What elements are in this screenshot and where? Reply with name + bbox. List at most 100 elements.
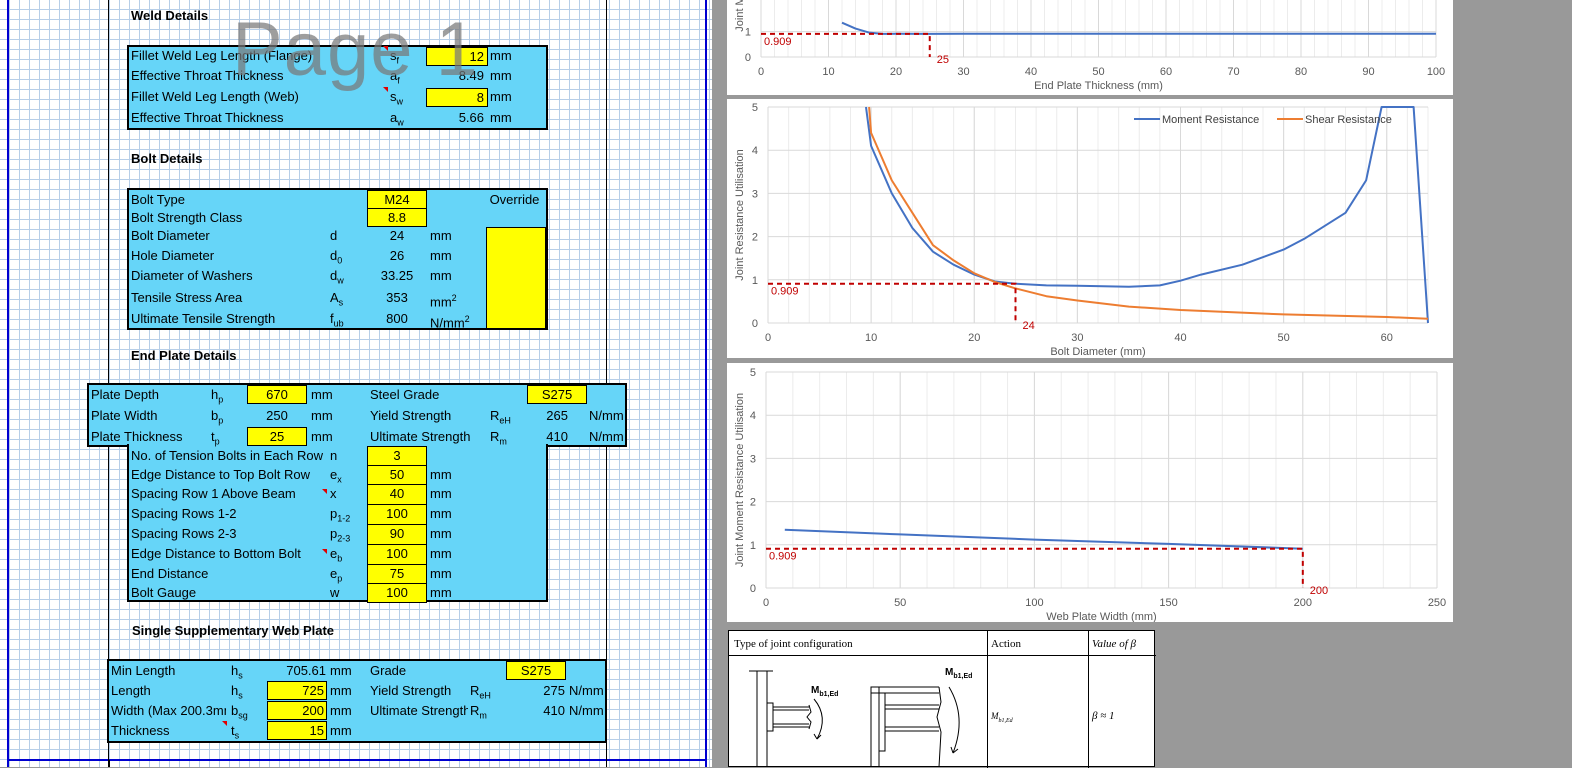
reference-y-label: 0.909 — [764, 36, 792, 48]
unit-text: mm — [430, 294, 452, 310]
end-plate-row-symbol: eb — [330, 545, 342, 564]
y-tick-label: 0 — [752, 318, 758, 330]
plate-right-symbol: ReH — [490, 407, 511, 426]
end-plate-row-input[interactable]: 100 — [370, 545, 424, 563]
plate-symbol: hp — [211, 386, 223, 405]
x-tick-label: 50 — [894, 597, 906, 609]
symbol-subscript: p — [337, 573, 343, 584]
reference-x-label: 24 — [1023, 320, 1035, 332]
web-grade-select[interactable]: S275 — [506, 661, 566, 680]
end-plate-row-label: Edge Distance to Bottom Bolt — [131, 546, 301, 561]
legend-label: Moment Resistance — [1162, 114, 1259, 126]
spreadsheet[interactable]: Weld Details Fillet Weld Leg Length (Flan… — [0, 0, 712, 767]
web-label: Min Length — [111, 663, 176, 678]
x-tick-label: 10 — [865, 332, 877, 344]
x-tick-label: 40 — [1174, 332, 1186, 344]
end-plate-row-input[interactable]: 3 — [370, 447, 424, 465]
page-border-bottom — [7, 759, 707, 761]
x-tick-label: 80 — [1295, 66, 1307, 78]
x-axis-title: End Plate Thickness (mm) — [1034, 80, 1163, 92]
x-tick-label: 40 — [1025, 66, 1037, 78]
weld-unit: mm — [490, 67, 512, 85]
bolt-symbol: fub — [330, 310, 344, 329]
plate-right-label: Yield Strength — [370, 408, 452, 423]
web-value-input[interactable]: 15 — [267, 721, 327, 740]
y-tick-label: 5 — [752, 102, 758, 114]
end-plate-row-symbol: ex — [330, 466, 342, 485]
unit-superscript: 2 — [464, 314, 470, 324]
steel-grade-select[interactable]: S275 — [527, 385, 587, 404]
web-value-input[interactable]: 200 — [267, 701, 327, 720]
reference-y-label: 0.909 — [769, 551, 797, 563]
unit-text: mm — [430, 268, 452, 283]
bolt-unit: mm — [430, 247, 452, 265]
unit-text: mm — [430, 228, 452, 243]
web-right-label: Yield Strength — [370, 683, 452, 698]
symbol-letter: R — [470, 703, 480, 718]
end-plate-row-label: Spacing Rows 2-3 — [131, 526, 237, 541]
x-axis-title: Web Plate Width (mm) — [1046, 611, 1156, 622]
chart-1[interactable]: 0 10 20 30 40 50 60 70 80 90 100 0 1 End Plate Thickn… — [727, 0, 1453, 95]
bolt-label: Hole Diameter — [131, 248, 215, 263]
x-tick-label: 200 — [1294, 597, 1312, 609]
beta-col-value: Value of β — [1092, 638, 1136, 650]
end-plate-row-input[interactable]: 90 — [370, 525, 424, 543]
plate-right-label: Ultimate Strength — [370, 429, 471, 444]
y-tick-label: 2 — [750, 497, 756, 509]
unit-text: mm — [430, 486, 452, 501]
y-tick-label: 2 — [752, 232, 758, 244]
weld-symbol: aw — [390, 109, 404, 128]
end-plate-row-unit: mm — [430, 584, 452, 602]
weld-unit: mm — [490, 47, 512, 65]
bolt-select[interactable]: 8.8 — [367, 208, 427, 227]
end-plate-row-input[interactable]: 40 — [370, 485, 424, 503]
end-plate-row-symbol: p2-3 — [330, 525, 350, 544]
plate-label: Plate Thickness — [91, 429, 183, 444]
symbol-subscript: p — [214, 436, 220, 447]
bolt-value: 24 — [389, 228, 405, 243]
page-watermark: Page 1 — [232, 7, 479, 92]
y-tick-label: 0 — [745, 52, 751, 64]
web-value-input[interactable]: 725 — [267, 681, 327, 700]
symbol-subscript: s — [234, 730, 240, 741]
plate-value-input[interactable]: 670 — [247, 385, 307, 404]
x-tick-label: 60 — [1381, 332, 1393, 344]
symbol-subscript: w — [396, 96, 404, 107]
column-line — [108, 0, 109, 388]
bolt-select[interactable]: M24 — [367, 190, 427, 209]
plate-right-symbol: Rm — [490, 428, 507, 447]
symbol-subscript: sg — [238, 710, 248, 721]
override-header: Override — [489, 192, 540, 207]
end-plate-row-symbol: ep — [330, 565, 343, 584]
end-plate-row-input[interactable]: 100 — [370, 505, 424, 523]
bolt-symbol: As — [330, 289, 343, 308]
unit-text: mm — [490, 68, 512, 83]
end-plate-row-input[interactable]: 50 — [370, 466, 424, 484]
web-unit: mm — [330, 682, 352, 700]
y-tick-label: 3 — [752, 188, 758, 200]
y-tick-label: 4 — [750, 410, 756, 422]
comment-marker — [322, 489, 327, 494]
end-plate-row-input[interactable]: 100 — [370, 584, 424, 602]
plate-right-value: 410 — [546, 429, 568, 444]
x-tick-label: 250 — [1428, 597, 1446, 609]
y-tick-label: 1 — [752, 275, 758, 287]
override-inputs[interactable] — [486, 227, 546, 329]
plate-right-unit: N/mm — [589, 428, 624, 446]
web-right-label: Grade — [370, 663, 407, 678]
beta-table-divider — [987, 631, 988, 768]
symbol-subscript: ub — [333, 318, 344, 329]
row-separator — [367, 583, 427, 584]
x-tick-label: 70 — [1227, 66, 1239, 78]
unit-text: N/mm — [430, 315, 465, 331]
x-tick-label: 30 — [1071, 332, 1083, 344]
unit-text: mm — [430, 467, 452, 482]
plate-value-input[interactable]: 25 — [247, 427, 307, 446]
y-tick-label: 1 — [750, 540, 756, 552]
x-tick-label: 100 — [1025, 597, 1043, 609]
chart-3[interactable]: 0 50 100 150 200 250 0 1 2 3 4 5 Web Plate Width (mm… — [727, 363, 1453, 623]
bolt-unit: mm — [430, 227, 452, 245]
chart-2[interactable]: 0 10 20 30 40 50 60 0 1 2 3 4 5 Bolt Diameter (mm) Joi… — [727, 99, 1453, 358]
end-plate-row-input[interactable]: 75 — [370, 565, 424, 583]
bolt-unit: N/mm2 — [430, 310, 470, 331]
